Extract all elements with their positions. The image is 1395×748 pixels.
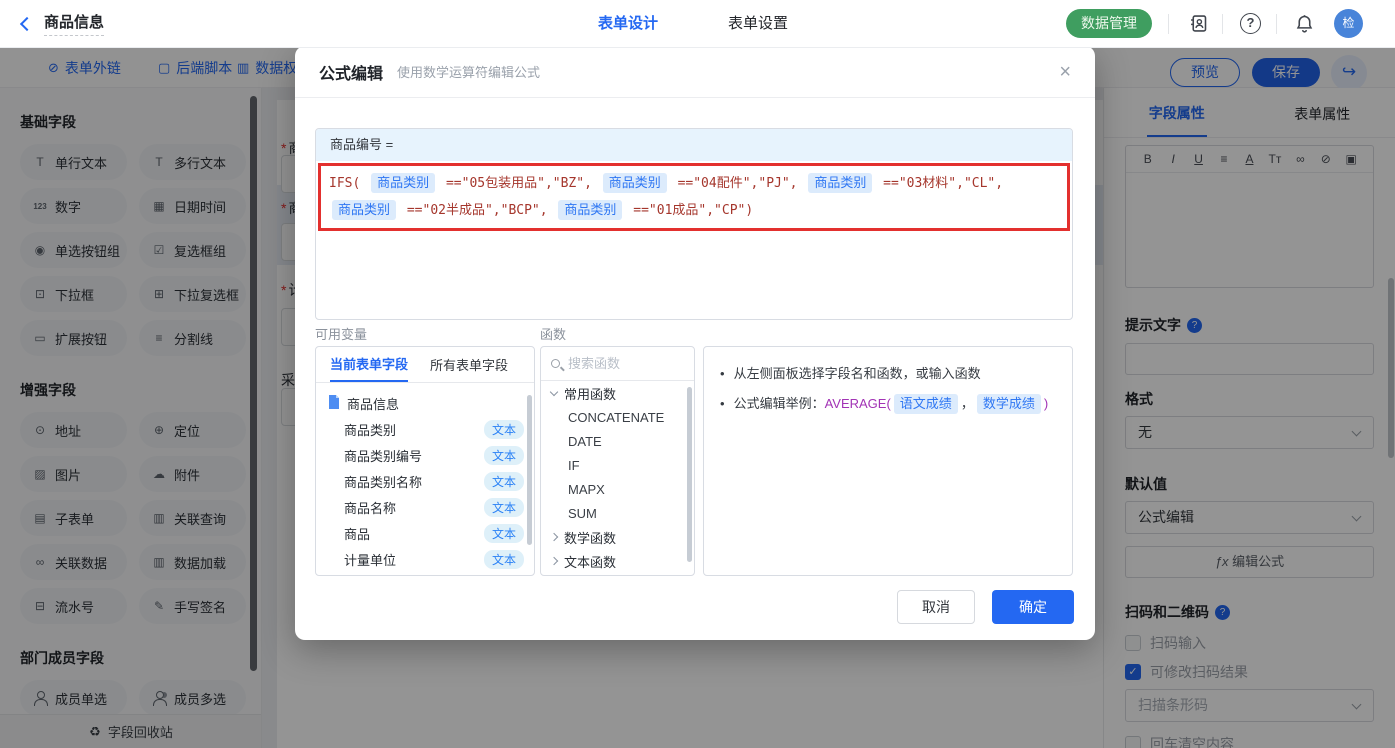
divider (1276, 14, 1277, 34)
variable-row[interactable]: 商品 文本 (316, 520, 534, 546)
help-bullet-2: • 公式编辑举例：AVERAGE(语文成绩，数学成绩) (720, 391, 1056, 417)
type-badge: 文本 (484, 524, 524, 543)
formula-code: IFS( (329, 176, 368, 191)
field-chip[interactable]: 商品类别 (332, 200, 396, 220)
field-chip[interactable]: 商品类别 (558, 200, 622, 220)
modal-title: 公式编辑 (319, 60, 383, 84)
formula-editor-box: 商品编号 = IFS( 商品类别 =="05包装用品","BZ", 商品类别 =… (315, 128, 1073, 320)
variable-name: 商品类别名称 (344, 472, 422, 491)
field-chip[interactable]: 商品类别 (808, 173, 872, 193)
document-icon (328, 395, 340, 412)
variable-row[interactable]: 商品类别编号 文本 (316, 442, 534, 468)
chevron-right-icon (550, 557, 558, 565)
formula-editor-modal: 公式编辑 使用数学运算符编辑公式 × 商品编号 = IFS( 商品类别 =="0… (295, 46, 1095, 640)
help-bullet-1: • 从左侧面板选择字段名和函数，或输入函数 (720, 361, 1056, 387)
variable-row[interactable]: 商品名称 文本 (316, 494, 534, 520)
variables-group-row[interactable]: 商品信息 (316, 383, 534, 416)
function-group-label: 常用函数 (564, 384, 616, 403)
modal-header: 公式编辑 使用数学运算符编辑公式 × (295, 46, 1095, 98)
example-field-chip: 数学成绩 (977, 394, 1041, 414)
divider (1168, 14, 1169, 34)
variable-name: 商品名称 (344, 498, 396, 517)
formula-code: =="05包装用品","BZ", (438, 176, 600, 191)
function-item[interactable]: SUM (541, 501, 694, 525)
function-group-row[interactable]: 常用函数 (541, 381, 694, 405)
type-badge: 文本 (484, 446, 524, 465)
formula-code: =="02半成品","BCP", (399, 203, 555, 218)
formula-code: =="04配件","PJ", (670, 176, 806, 191)
tab-form-settings[interactable]: 表单设置 (728, 0, 788, 48)
field-chip[interactable]: 商品类别 (371, 173, 435, 193)
function-rows: 常用函数 CONCATENATEDATEIFMAPXSUM 数学函数文本函数 (541, 381, 694, 573)
function-group-row[interactable]: 数学函数 (541, 525, 694, 549)
data-manage-button[interactable]: 数据管理 (1066, 9, 1152, 38)
function-item[interactable]: MAPX (541, 477, 694, 501)
contacts-icon[interactable] (1186, 11, 1211, 36)
variable-name: 商品类别编号 (344, 446, 422, 465)
variable-row[interactable]: 商品类别 文本 (316, 416, 534, 442)
function-item[interactable]: CONCATENATE (541, 405, 694, 429)
variables-panel: 当前表单字段 所有表单字段 商品信息 商品类别文本商品类别编号文本商品类别名称文… (315, 346, 535, 576)
variable-row[interactable]: 文本 (316, 572, 534, 576)
formula-target: 商品编号 = (316, 129, 1072, 161)
chevron-right-icon (550, 533, 558, 541)
functions-panel: 常用函数 CONCATENATEDATEIFMAPXSUM 数学函数文本函数 (540, 346, 695, 576)
variable-row[interactable]: 商品类别名称 文本 (316, 468, 534, 494)
tab-all-form-fields[interactable]: 所有表单字段 (430, 347, 508, 382)
variables-label: 可用变量 (315, 324, 367, 343)
bell-icon[interactable] (1292, 11, 1317, 36)
type-badge: 文本 (484, 472, 524, 491)
functions-label: 函数 (540, 324, 566, 343)
example-field-chip: 语文成绩 (894, 394, 958, 414)
modal-subtitle: 使用数学运算符编辑公式 (397, 62, 540, 81)
tab-current-form-fields[interactable]: 当前表单字段 (330, 347, 408, 382)
back-icon[interactable] (20, 16, 34, 30)
variables-scrollbar[interactable] (527, 395, 532, 545)
search-input[interactable] (568, 356, 668, 371)
divider (1222, 14, 1223, 34)
function-item[interactable]: DATE (541, 429, 694, 453)
formula-help-panel: • 从左侧面板选择字段名和函数，或输入函数 • 公式编辑举例：AVERAGE(语… (703, 346, 1073, 576)
formula-code: =="03材料","CL", (875, 176, 1003, 191)
function-group-label: 数学函数 (564, 528, 616, 547)
type-badge: 文本 (484, 420, 524, 439)
type-badge: 文本 (484, 498, 524, 517)
function-search[interactable] (541, 347, 694, 381)
help-icon[interactable]: ? (1238, 11, 1263, 36)
group-label: 商品信息 (347, 394, 399, 413)
avatar[interactable]: 检 (1334, 9, 1363, 38)
type-badge: 文本 (484, 550, 524, 569)
variable-name: 计量单位 (344, 550, 396, 569)
function-group-row[interactable]: 文本函数 (541, 549, 694, 573)
chevron-down-icon (550, 387, 558, 395)
search-icon (551, 359, 560, 368)
close-icon[interactable]: × (1059, 62, 1071, 82)
tab-form-design[interactable]: 表单设计 (598, 0, 658, 48)
variables-rows: 商品类别文本商品类别编号文本商品类别名称文本商品名称文本商品文本计量单位文本文本 (316, 416, 534, 576)
formula-expression[interactable]: IFS( 商品类别 =="05包装用品","BZ", 商品类别 =="04配件"… (318, 163, 1070, 231)
confirm-button[interactable]: 确定 (992, 590, 1074, 624)
type-badge: 文本 (484, 576, 524, 577)
field-chip[interactable]: 商品类别 (603, 173, 667, 193)
example-function: AVERAGE( (825, 396, 891, 411)
variables-tabs: 当前表单字段 所有表单字段 (316, 347, 534, 383)
variable-name: 商品类别 (344, 420, 396, 439)
page-title: 商品信息 (44, 11, 104, 36)
function-item[interactable]: IF (541, 453, 694, 477)
cancel-button[interactable]: 取消 (897, 590, 975, 624)
app-header: 商品信息 表单设计 表单设置 数据管理 ? 检 (0, 0, 1395, 48)
function-group-label: 文本函数 (564, 552, 616, 571)
variable-row[interactable]: 计量单位 文本 (316, 546, 534, 572)
variable-name: 商品 (344, 524, 370, 543)
functions-scrollbar[interactable] (687, 387, 692, 562)
formula-code: =="01成品","CP") (625, 203, 753, 218)
